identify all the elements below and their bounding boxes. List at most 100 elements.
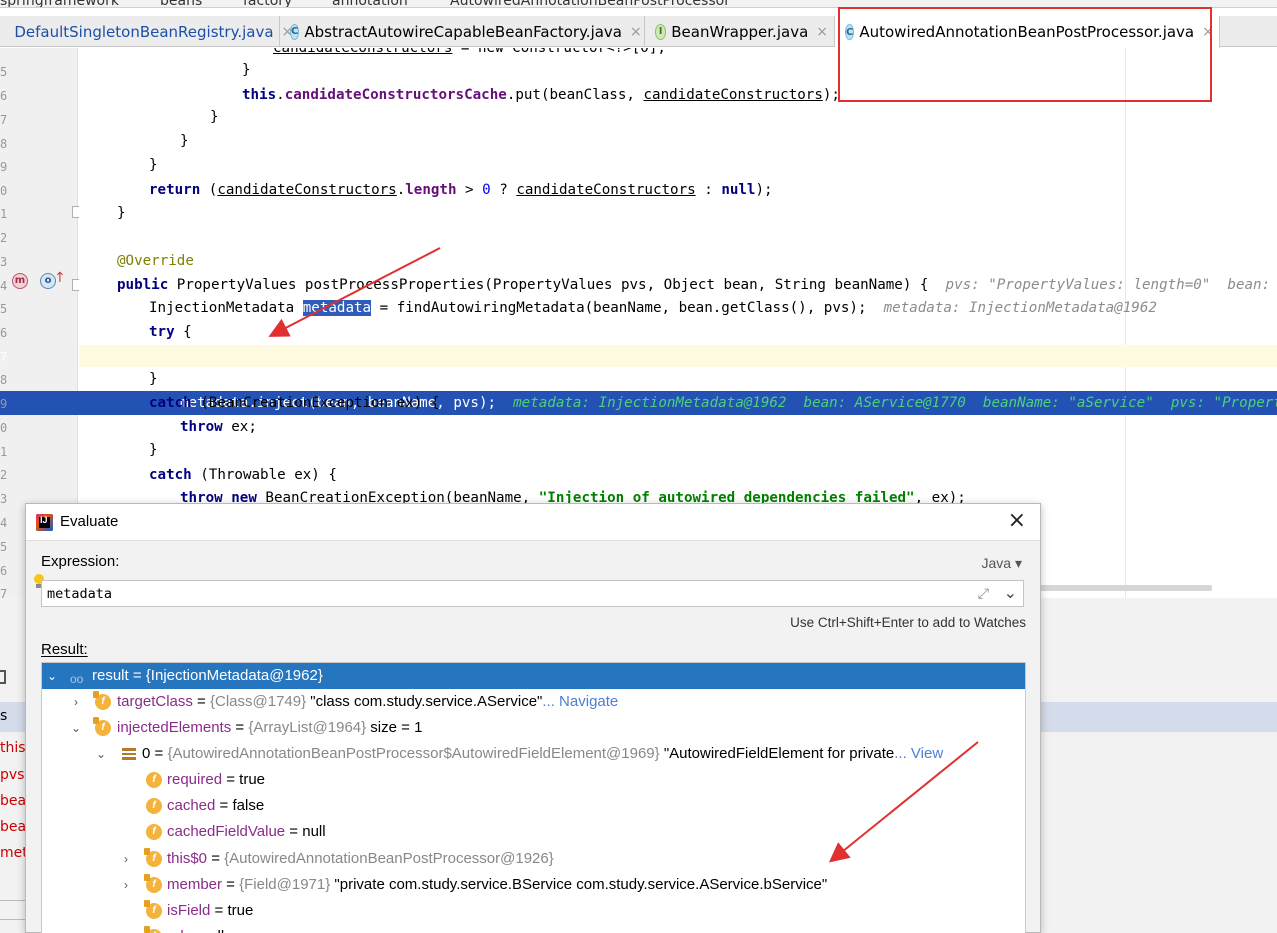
line-number: 5 (0, 65, 8, 79)
tab-bean-wrapper[interactable]: I BeanWrapper.java × (645, 16, 835, 47)
chevron-down-icon[interactable]: ⌄ (1004, 583, 1017, 602)
chevron-down-icon[interactable]: ⌄ (70, 715, 82, 741)
tree-row-injected-elements[interactable]: ⌄ f injectedElements = {ArrayList@1964} … (42, 715, 1025, 741)
result-tree[interactable]: ⌄ oo result = {InjectionMetadata@1962} ›… (41, 662, 1026, 933)
line-number: 9 (0, 160, 8, 174)
breadcrumb-item[interactable]: factory (243, 0, 292, 7)
execution-point-marker (0, 391, 79, 415)
close-icon[interactable]: × (816, 24, 828, 40)
tree-row-element-0[interactable]: ⌄ 0 = {AutowiredAnnotationBeanPostProces… (42, 741, 1025, 767)
field-icon: f (146, 798, 162, 814)
expression-input[interactable] (47, 585, 947, 603)
field-icon: f (146, 772, 162, 788)
line-number: 3 (0, 255, 8, 269)
class-icon: C (290, 23, 300, 40)
tree-row-required[interactable]: f required = true (42, 767, 1025, 793)
breadcrumb-item[interactable]: springframework (0, 0, 119, 7)
watch-hint: Use Ctrl+Shift+Enter to add to Watches (790, 615, 1026, 630)
view-link[interactable]: ... View (894, 745, 943, 762)
close-icon[interactable]: × (630, 24, 642, 40)
divider (0, 900, 25, 920)
code-line: try { (149, 324, 192, 340)
current-line-highlight (79, 345, 1277, 367)
code-line: InjectionMetadata metadata = findAutowir… (149, 300, 1157, 316)
code-line: @Override (117, 253, 194, 269)
result-label: Result: (41, 641, 88, 658)
breadcrumb-item[interactable]: annotation (332, 0, 408, 7)
override-gutter-icons[interactable]: m o ↑ (12, 270, 66, 293)
line-number: 6 (0, 564, 8, 578)
variable-item[interactable]: this (0, 740, 26, 756)
field-icon: f (144, 848, 162, 867)
chevron-down-icon[interactable]: ⌄ (95, 741, 107, 767)
field-icon: f (144, 874, 162, 893)
interface-icon: I (655, 23, 667, 40)
line-number: 7 (0, 113, 8, 127)
line-number: 4 (0, 279, 8, 293)
dialog-title-bar[interactable]: IJ Evaluate × (26, 504, 1040, 541)
line-number: 5 (0, 302, 8, 316)
tree-row-is-field[interactable]: f isField = true (42, 898, 1025, 924)
tab-default-singleton-bean-registry[interactable]: C DefaultSingletonBeanRegistry.java × (0, 16, 293, 47)
line-number: 4 (0, 516, 8, 530)
chevron-right-icon[interactable]: › (70, 689, 82, 715)
variable-item[interactable]: met (0, 845, 28, 861)
tree-row-member[interactable]: › f member = {Field@1971} "private com.s… (42, 872, 1025, 898)
breadcrumb-item[interactable]: AutowiredAnnotationBeanPostProcessor (450, 0, 730, 7)
tab-abstract-autowire-capable-bean-factory[interactable]: C AbstractAutowireCapableBeanFactory.jav… (280, 16, 645, 47)
line-number: 3 (0, 492, 8, 506)
tree-row-pd[interactable]: f pd = null (42, 924, 1025, 933)
field-icon: f (93, 717, 111, 736)
line-number: 5 (0, 540, 8, 554)
line-number: 7 (0, 350, 8, 364)
code-line: } (149, 442, 158, 458)
layout-icon[interactable] (0, 670, 6, 684)
field-icon: f (93, 691, 111, 710)
line-number: 2 (0, 231, 8, 245)
tab-label: AbstractAutowireCapableBeanFactory.java (304, 22, 623, 41)
code-line: } (117, 205, 126, 221)
tab-label: BeanWrapper.java (671, 22, 809, 41)
evaluate-dialog: IJ Evaluate × Expression: Java ▾ ⤢ ⌄ Use… (25, 503, 1041, 933)
line-number: 6 (0, 326, 8, 340)
expand-icon[interactable]: ⤢ (978, 586, 989, 602)
annotation-highlight-box (838, 7, 1212, 102)
tree-row-target-class[interactable]: › f targetClass = {Class@1749} "class co… (42, 689, 1025, 715)
line-number: 8 (0, 373, 8, 387)
line-number: 2 (0, 468, 8, 482)
line-number: 0 (0, 184, 8, 198)
expression-field[interactable]: ⤢ ⌄ (41, 580, 1024, 607)
implements-method-icon[interactable]: m (12, 273, 28, 289)
line-number: 1 (0, 445, 8, 459)
close-icon[interactable]: × (1008, 510, 1026, 532)
horizontal-scrollbar[interactable] (1040, 585, 1212, 591)
tree-row-this0[interactable]: › f this$0 = {AutowiredAnnotationBeanPos… (42, 846, 1025, 872)
object-icon: oo (70, 672, 84, 686)
chevron-right-icon[interactable]: › (120, 846, 132, 872)
code-line: } (242, 62, 251, 78)
variable-item[interactable]: pvs (0, 767, 24, 783)
variables-tab-label: s (0, 708, 8, 724)
code-line: catch (BeanCreationException ex) { (149, 395, 440, 411)
code-line: } (210, 109, 219, 125)
line-number: 1 (0, 207, 8, 221)
chevron-down-icon[interactable]: ⌄ (46, 663, 58, 689)
tree-row-result[interactable]: ⌄ oo result = {InjectionMetadata@1962} (42, 663, 1025, 689)
tree-row-cached[interactable]: f cached = false (42, 793, 1025, 819)
code-line: public PropertyValues postProcessPropert… (117, 277, 1271, 293)
breadcrumb-item[interactable]: beans (160, 0, 202, 7)
code-line: } (180, 133, 189, 149)
language-selector[interactable]: Java ▾ (982, 555, 1023, 572)
line-number: 6 (0, 89, 8, 103)
field-icon: f (144, 926, 162, 933)
navigate-link[interactable]: ... Navigate (542, 693, 618, 710)
tab-label: DefaultSingletonBeanRegistry.java (14, 22, 274, 41)
code-line: return (candidateConstructors.length > 0… (149, 182, 773, 198)
right-margin-guide (1125, 48, 1126, 598)
code-line: catch (Throwable ex) { (149, 467, 337, 483)
array-element-icon (122, 748, 136, 760)
dialog-title: Evaluate (60, 513, 119, 530)
tree-row-cached-field-value[interactable]: f cachedFieldValue = null (42, 819, 1025, 845)
chevron-right-icon[interactable]: › (120, 872, 132, 898)
code-line: candidateConstructors = new Constructor<… (273, 48, 666, 56)
